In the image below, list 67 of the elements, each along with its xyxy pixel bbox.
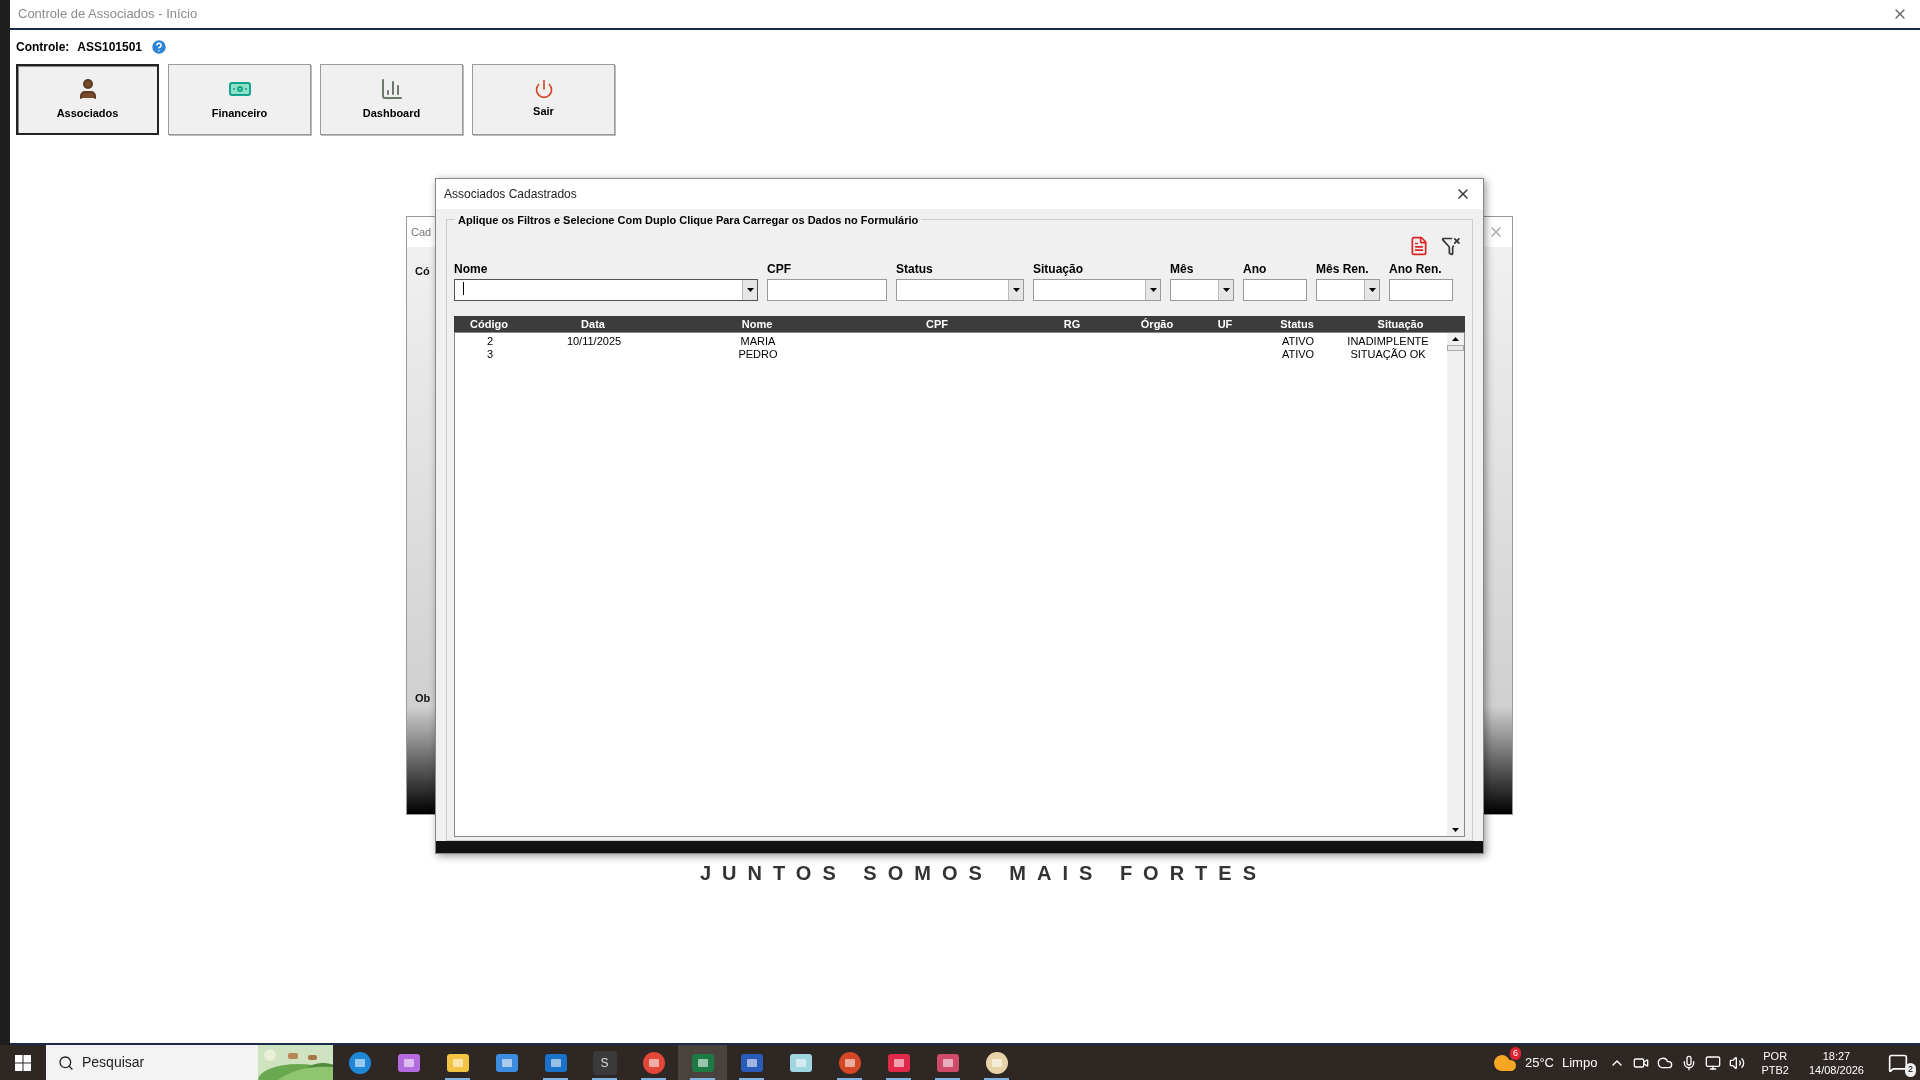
column-header: Status	[1279, 316, 1315, 332]
window-title: Controle de Associados - Início	[18, 5, 198, 24]
column-header: Situação	[1376, 316, 1425, 332]
filter-label: Ano Ren.	[1389, 261, 1443, 278]
search-bar[interactable]: Pesquisar	[46, 1045, 333, 1080]
column-header: UF	[1216, 316, 1234, 332]
table-cell: 10/11/2025	[566, 335, 622, 348]
temperature: 25°C	[1524, 1053, 1554, 1072]
field-label: Ob	[415, 690, 431, 706]
chart-icon	[379, 77, 404, 102]
nav-button[interactable]: Dashboard	[320, 64, 463, 135]
dialog-title: Associados Cadastrados	[444, 186, 577, 203]
filter-label: Situação	[1033, 261, 1084, 278]
taskbar-app[interactable]: S	[580, 1045, 629, 1080]
scroll-thumb[interactable]	[1447, 345, 1464, 351]
power-icon	[533, 79, 554, 100]
clear-filter-icon[interactable]	[1441, 236, 1461, 256]
control-code: ASS101501	[77, 39, 143, 56]
control-label: Controle:	[16, 39, 70, 56]
table-cell: PEDRO	[738, 348, 778, 361]
keyboard-layout[interactable]: PTB2	[1761, 1062, 1789, 1077]
filter-label: Nome	[454, 261, 489, 278]
app-icon[interactable]: S	[592, 1050, 617, 1075]
column-header: Nome	[740, 316, 774, 332]
table-cell: MARIA	[740, 335, 776, 348]
filter-field[interactable]	[1389, 279, 1453, 301]
notification-count: 2	[1905, 1063, 1916, 1077]
weather-condition: Limpo	[1562, 1053, 1598, 1072]
search-field[interactable]: Pesquisar	[82, 1052, 202, 1073]
table-cell: SITUAÇÃO OK	[1350, 348, 1426, 361]
column-header: Código	[469, 316, 509, 332]
filter-field[interactable]	[1243, 279, 1307, 301]
filter-label: Mês	[1170, 261, 1195, 278]
results-list[interactable]: 2 10/11/2025 MARIA ATIVO INADIMPLENTE 3 PEDRO ATIVO SITUAÇÃO OK	[454, 332, 1465, 837]
table-cell: ATIVO	[1281, 348, 1315, 361]
filter-label: Status	[896, 261, 934, 278]
clock-time[interactable]: 18:27	[1822, 1048, 1851, 1063]
scrollbar[interactable]	[1447, 333, 1464, 836]
nav-button[interactable]: Associados	[16, 64, 159, 135]
column-header: Data	[580, 316, 606, 332]
slogan: JUNTOS SOMOS MAIS FORTES	[700, 861, 1267, 886]
pdf-icon[interactable]	[1409, 236, 1429, 256]
filter-label: Ano	[1243, 261, 1268, 278]
network-icon[interactable]	[1705, 1054, 1722, 1071]
table-cell: 2	[486, 335, 494, 348]
volume-icon[interactable]	[1729, 1054, 1746, 1071]
language-indicator[interactable]: POR	[1763, 1048, 1788, 1063]
weather-badge: 6	[1509, 1046, 1521, 1060]
column-header: Órgão	[1139, 316, 1175, 332]
form-title: Cad	[411, 224, 432, 240]
notifications-icon[interactable]	[1888, 1052, 1908, 1073]
filter-label: CPF	[767, 261, 792, 278]
table-cell: 3	[486, 348, 494, 361]
column-header: RG	[1062, 316, 1082, 332]
filter-dropdown[interactable]	[454, 279, 758, 301]
filter-field[interactable]	[767, 279, 887, 301]
nav-button[interactable]: Sair	[472, 64, 615, 135]
table-cell: INADIMPLENTE	[1347, 335, 1429, 348]
clock-date[interactable]: 14/08/2026	[1808, 1062, 1864, 1077]
column-header: CPF	[925, 316, 949, 332]
nav-button[interactable]: Financeiro	[168, 64, 311, 135]
help-icon[interactable]	[150, 38, 169, 56]
table-cell: ATIVO	[1281, 335, 1315, 348]
filter-label: Mês Ren.	[1316, 261, 1370, 278]
search-icon[interactable]	[58, 1054, 74, 1071]
windows-icon[interactable]	[15, 1054, 31, 1071]
field-label: Có	[415, 264, 430, 279]
